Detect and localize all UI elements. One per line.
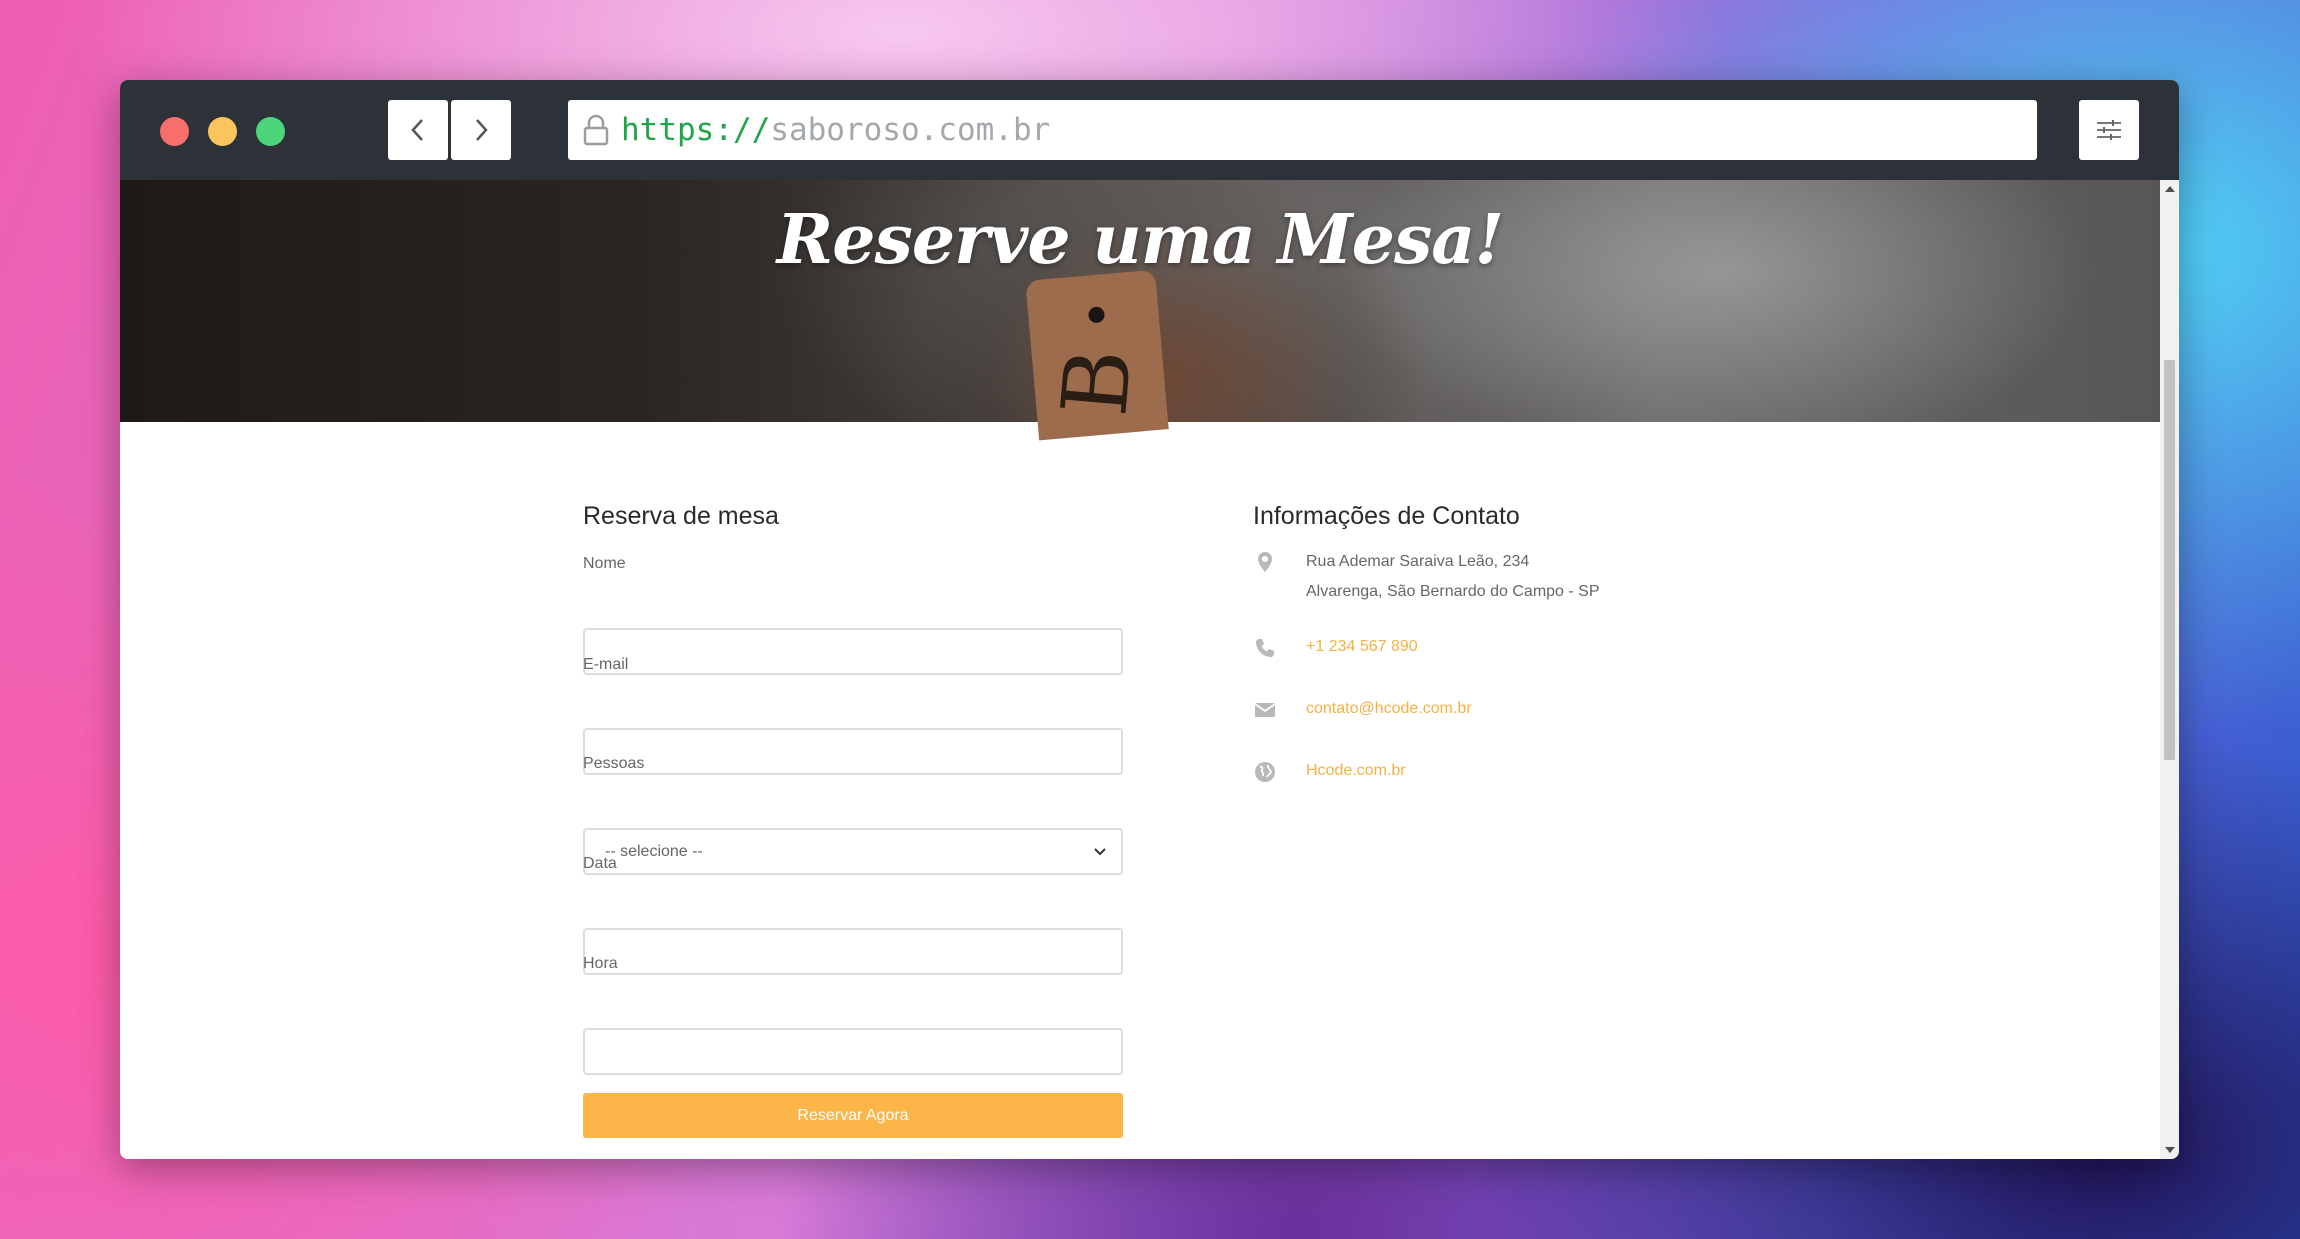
tag-letter: B	[1042, 345, 1153, 421]
email-input[interactable]	[583, 728, 1123, 775]
reservation-title: Reserva de mesa	[583, 502, 779, 530]
hero-banner: B Reserve uma Mesa!	[120, 180, 2160, 441]
envelope-icon	[1254, 703, 1276, 717]
tag-hole	[1087, 306, 1106, 324]
reserve-now-button[interactable]: Reservar Agora	[583, 1093, 1123, 1138]
email-label: E-mail	[583, 656, 629, 673]
sliders-icon	[2097, 120, 2121, 140]
address-bar[interactable]: https://saboroso.com.br	[568, 100, 2037, 160]
scroll-thumb[interactable]	[2164, 360, 2175, 760]
hero-tag-image: B	[1025, 269, 1169, 441]
contact-website[interactable]: Hcode.com.br	[1306, 762, 1406, 780]
page-scrollbar[interactable]	[2160, 180, 2179, 1159]
minimize-window-button[interactable]	[208, 117, 237, 146]
contact-title: Informações de Contato	[1253, 502, 1520, 530]
map-pin-icon	[1258, 552, 1272, 572]
chevron-down-icon	[1094, 847, 1106, 855]
contact-phone[interactable]: +1 234 567 890	[1306, 638, 1418, 656]
date-label: Data	[583, 855, 617, 872]
scroll-down-arrow[interactable]	[2165, 1147, 2175, 1153]
contact-address: Rua Ademar Saraiva Leão, 234 Alvarenga, …	[1306, 547, 1600, 607]
lock-icon	[583, 114, 609, 146]
url-scheme: https://	[621, 112, 771, 148]
phone-icon	[1256, 639, 1274, 657]
scroll-up-arrow[interactable]	[2165, 186, 2175, 192]
maximize-window-button[interactable]	[256, 117, 285, 146]
close-window-button[interactable]	[160, 117, 189, 146]
url-host: saboroso.com.br	[770, 112, 1051, 148]
browser-window: https://saboroso.com.br B Reserve uma Me…	[120, 80, 2179, 1159]
people-label: Pessoas	[583, 755, 645, 772]
people-select-value: -- selecione --	[605, 842, 703, 860]
time-label: Hora	[583, 955, 618, 972]
contact-email[interactable]: contato@hcode.com.br	[1306, 700, 1472, 718]
forward-button[interactable]	[451, 100, 511, 160]
chevron-left-icon	[411, 119, 423, 141]
people-select[interactable]: -- selecione --	[583, 828, 1123, 875]
browser-titlebar: https://saboroso.com.br	[120, 80, 2179, 180]
name-label: Nome	[583, 555, 626, 572]
date-input[interactable]	[583, 928, 1123, 975]
time-input[interactable]	[583, 1028, 1123, 1075]
hero-title: Reserve uma Mesa!	[776, 200, 1504, 280]
page-viewport: B Reserve uma Mesa! Reserva de mesa Nome…	[120, 180, 2160, 1159]
address-line-2: Alvarenga, São Bernardo do Campo - SP	[1306, 583, 1600, 600]
address-line-1: Rua Ademar Saraiva Leão, 234	[1306, 553, 1530, 570]
back-button[interactable]	[388, 100, 448, 160]
chevron-right-icon	[476, 119, 488, 141]
name-input[interactable]	[583, 628, 1123, 675]
settings-button[interactable]	[2079, 100, 2139, 160]
globe-icon	[1255, 762, 1275, 782]
